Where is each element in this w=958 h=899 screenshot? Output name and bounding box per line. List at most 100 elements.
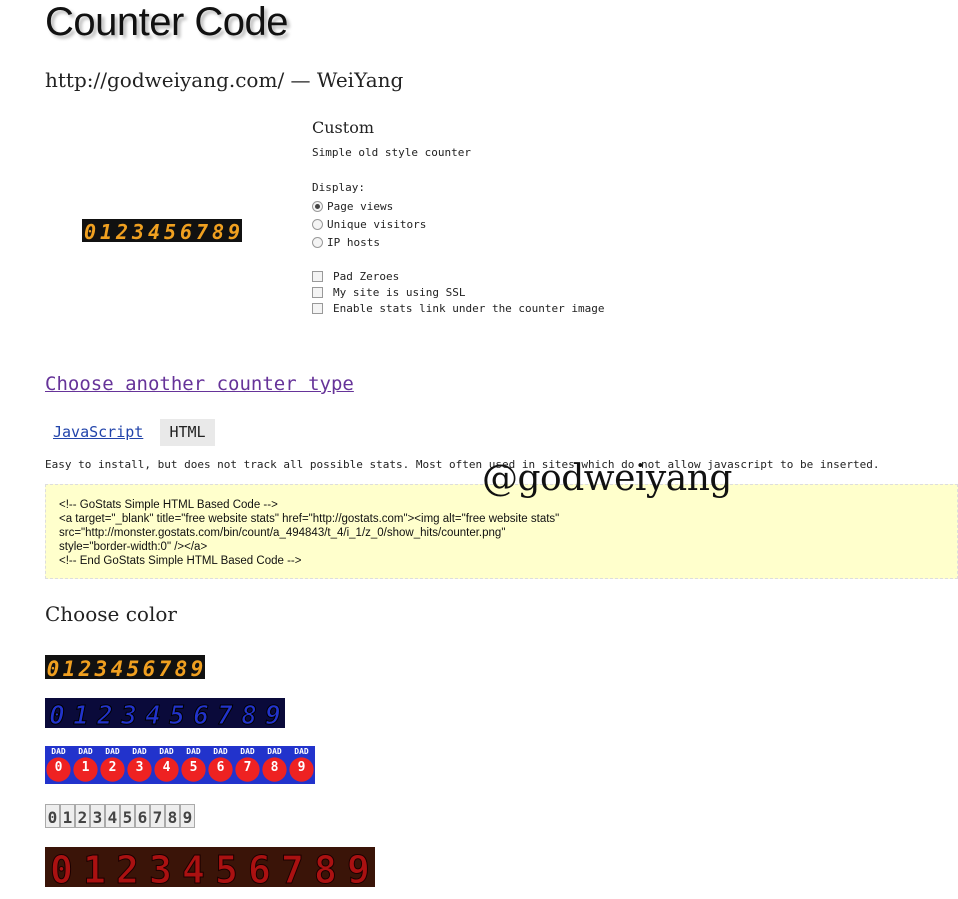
- radio-label: Unique visitors: [327, 218, 427, 231]
- radio-page-views[interactable]: Page views: [312, 200, 393, 213]
- digit-mark: 7: [159, 657, 172, 679]
- tab-javascript[interactable]: JavaScript: [53, 423, 143, 441]
- digit-top-label: DAD: [213, 747, 228, 756]
- digit-mark: 7: [153, 808, 163, 827]
- checkbox-pad-zeroes[interactable]: Pad Zeroes: [312, 270, 399, 283]
- digit-mark: 8: [314, 848, 337, 887]
- digit-top-label: DAD: [159, 747, 174, 756]
- digit-mark: 2: [78, 808, 88, 827]
- digit-mark: 5: [164, 220, 176, 242]
- digit-mark: 1: [82, 760, 90, 775]
- display-label: Display:: [312, 181, 365, 194]
- site-separator: —: [284, 68, 317, 92]
- site-name: WeiYang: [316, 68, 404, 92]
- code-line: <!-- End GoStats Simple HTML Based Code …: [59, 555, 302, 567]
- digit-mark: 3: [131, 220, 144, 242]
- digit-mark: 4: [182, 848, 205, 887]
- digit-mark: 8: [175, 657, 188, 679]
- radio-ip-hosts[interactable]: IP hosts: [312, 236, 380, 249]
- digit-mark: 9: [183, 808, 193, 827]
- digit-mark: 5: [169, 701, 185, 728]
- radio-indicator[interactable]: [312, 201, 323, 212]
- digit-mark: 7: [281, 848, 304, 887]
- digit-mark: 1: [73, 701, 89, 728]
- digit-mark: 8: [168, 808, 178, 827]
- checkbox-box[interactable]: [312, 271, 323, 282]
- checkbox-stats-link[interactable]: Enable stats link under the counter imag…: [312, 302, 605, 315]
- checkbox-label: Enable stats link under the counter imag…: [333, 302, 605, 315]
- site-line: http://godweiyang.com/ — WeiYang: [45, 68, 403, 92]
- digit-mark: 8: [271, 760, 279, 775]
- radio-indicator[interactable]: [312, 219, 323, 230]
- choose-another-counter-link[interactable]: Choose another counter type: [45, 373, 354, 395]
- digit-top-label: DAD: [186, 747, 201, 756]
- radio-indicator[interactable]: [312, 237, 323, 248]
- color-option-gray[interactable]: 0123456789: [45, 804, 195, 828]
- tab-html[interactable]: HTML: [160, 419, 215, 446]
- digit-mark: 0: [48, 808, 58, 827]
- digit-mark: 2: [116, 848, 139, 887]
- digit-mark: 9: [298, 760, 306, 775]
- digit-mark: 7: [244, 760, 252, 775]
- code-line: <!-- GoStats Simple HTML Based Code -->: [59, 499, 278, 511]
- checkbox-box[interactable]: [312, 303, 323, 314]
- digit-top-label: DAD: [267, 747, 282, 756]
- digit-top-label: DAD: [132, 747, 147, 756]
- color-option-blue[interactable]: 0123456789: [45, 698, 285, 728]
- site-url: http://godweiyang.com/: [45, 68, 285, 92]
- radio-unique-visitors[interactable]: Unique visitors: [312, 218, 426, 231]
- digit-mark: 1: [83, 848, 106, 887]
- digit-mark: 8: [212, 220, 224, 242]
- digit-mark: 6: [217, 760, 225, 775]
- digit-mark: 5: [215, 848, 238, 887]
- digit-mark: 0: [55, 760, 63, 775]
- color-option-dark-red[interactable]: 0123456789: [45, 847, 375, 887]
- digit-mark: 2: [96, 701, 113, 728]
- digit-mark: 4: [163, 760, 171, 775]
- code-line: src="http://monster.gostats.com/bin/coun…: [59, 527, 506, 539]
- digit-mark: 3: [94, 657, 108, 679]
- digit-mark: 9: [347, 848, 370, 887]
- digit-top-label: DAD: [78, 747, 93, 756]
- digit-mark: 9: [191, 657, 204, 679]
- digit-mark: 5: [127, 657, 140, 679]
- digit-mark: 0: [50, 848, 73, 887]
- digit-mark: 6: [138, 808, 148, 827]
- digit-mark: 8: [241, 701, 257, 728]
- options-heading: Custom: [312, 118, 374, 137]
- digit-mark: 3: [149, 848, 172, 887]
- digit-mark: 3: [93, 808, 103, 827]
- digit-mark: 6: [193, 701, 209, 728]
- choose-color-heading: Choose color: [45, 602, 177, 626]
- watermark-text: @godweiyang: [482, 458, 732, 499]
- color-option-pacman[interactable]: DAD 0 DAD 1 DAD 2 DAD 3 DAD 4 DAD 5 DAD 6 DAD 7 DAD 8 DAD 9: [45, 746, 315, 784]
- digit-mark: 2: [109, 760, 117, 775]
- digit-mark: 9: [228, 220, 240, 242]
- digit-mark: 5: [123, 808, 133, 827]
- checkbox-label: My site is using SSL: [333, 286, 466, 299]
- code-line: style="border-width:0" /></a>: [59, 541, 208, 553]
- digit-mark: 9: [265, 701, 281, 728]
- digit-mark: 6: [143, 657, 156, 679]
- digit-mark: 1: [63, 808, 73, 827]
- digit-mark: 2: [78, 657, 92, 679]
- digit-mark: 0: [49, 701, 65, 728]
- digit-mark: 1: [63, 657, 76, 679]
- install-description: Easy to install, but does not track all …: [45, 458, 880, 471]
- checkbox-box[interactable]: [312, 287, 323, 298]
- digit-mark: 4: [148, 220, 160, 242]
- options-description: Simple old style counter: [312, 146, 471, 159]
- digit-mark: 0: [47, 657, 60, 679]
- digit-mark: 5: [190, 760, 198, 775]
- digit-mark: 2: [115, 220, 128, 242]
- digit-top-label: DAD: [240, 747, 255, 756]
- digit-top-label: DAD: [294, 747, 309, 756]
- digit-mark: 7: [217, 701, 233, 728]
- digit-mark: 6: [248, 848, 271, 887]
- digit-mark: 7: [196, 220, 208, 242]
- digit-mark: 4: [111, 657, 124, 679]
- digit-mark: 1: [100, 220, 112, 242]
- color-option-amber[interactable]: 0123456789: [45, 655, 205, 679]
- digit-mark: 3: [136, 760, 144, 775]
- checkbox-ssl[interactable]: My site is using SSL: [312, 286, 465, 299]
